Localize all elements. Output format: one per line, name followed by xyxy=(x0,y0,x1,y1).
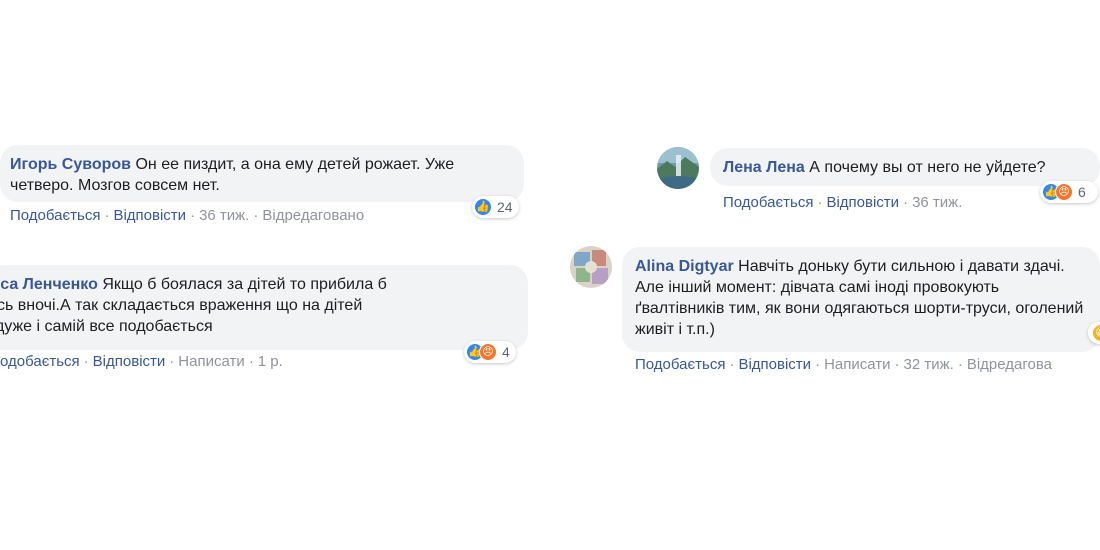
comment-text-line2: мсь вночі.А так складається враження що … xyxy=(0,297,363,314)
like-link[interactable]: Подобається xyxy=(10,207,100,224)
comment-actions: одобається · Відповісти · Написати · 1 р. xyxy=(0,353,283,370)
reaction-summary[interactable]: 👍 😠 4 xyxy=(464,341,516,363)
reply-link[interactable]: Відповісти xyxy=(738,356,811,373)
reply-link[interactable]: Відповісти xyxy=(113,207,186,224)
thumbs-up-icon: 👍 xyxy=(474,198,492,216)
comment-bubble: ріса Ленченко Якщо б боялася за дітей то… xyxy=(0,265,528,350)
comment-time[interactable]: 1 р. xyxy=(258,353,283,370)
avatar-landscape-image xyxy=(657,147,699,189)
edited-label: Відредагова xyxy=(966,356,1052,373)
reply-link[interactable]: Відповісти xyxy=(93,353,166,370)
comment-actions: Подобається · Відповісти · 36 тиж. xyxy=(723,194,963,211)
write-link[interactable]: Написати xyxy=(824,356,890,373)
like-link[interactable]: Подобається xyxy=(635,356,725,373)
avatar[interactable] xyxy=(657,147,699,189)
comment-author[interactable]: Игорь Суворов xyxy=(10,156,131,173)
reaction-count: 24 xyxy=(497,199,513,215)
comment-time[interactable]: 36 тиж. xyxy=(912,194,962,211)
avatar[interactable] xyxy=(570,246,612,288)
comment-author[interactable]: ріса Ленченко xyxy=(0,276,98,293)
edited-label: Відредаговано xyxy=(262,207,365,224)
avatar-photo-image xyxy=(570,246,612,288)
comment-text-line1: Якщо б боялася за дітей то прибила б xyxy=(102,276,387,293)
like-link[interactable]: Подобається xyxy=(723,194,813,211)
angry-face-icon: 😠 xyxy=(479,343,497,361)
comment-author[interactable]: Alina Digtyar xyxy=(635,258,734,275)
comment-time[interactable]: 36 тиж. xyxy=(199,207,249,224)
comment-bubble: Игорь Суворов Он ее пиздит, а она ему де… xyxy=(0,145,524,202)
reaction-summary[interactable]: 👍 24 xyxy=(472,196,519,218)
comment-text-line3: йдуже і самій все подобається xyxy=(0,318,213,335)
comment-actions: Подобається · Відповісти · 36 тиж. · Відредаго… xyxy=(10,207,365,224)
reaction-count: 4 xyxy=(502,344,510,360)
reaction-count: 6 xyxy=(1078,184,1086,200)
reaction-face-icon: 😆 xyxy=(1092,324,1100,342)
write-link[interactable]: Написати xyxy=(178,353,244,370)
angry-face-icon: 😠 xyxy=(1055,183,1073,201)
reply-link[interactable]: Відповісти xyxy=(826,194,899,211)
comment-bubble: Alina Digtyar Навчіть доньку бути сильно… xyxy=(622,247,1100,352)
like-link[interactable]: одобається xyxy=(0,353,80,370)
comment-author[interactable]: Лена Лена xyxy=(723,159,805,176)
comment-text: А почему вы от него не уйдете? xyxy=(809,159,1046,176)
comment-actions: Подобається · Відповісти · Написати · 32 тиж. ·… xyxy=(635,356,1052,373)
comment-time[interactable]: 32 тиж. xyxy=(904,356,954,373)
reaction-summary[interactable]: 👍 😠 6 xyxy=(1040,181,1098,203)
comment-bubble: Лена Лена А почему вы от него не уйдете? xyxy=(710,148,1100,186)
